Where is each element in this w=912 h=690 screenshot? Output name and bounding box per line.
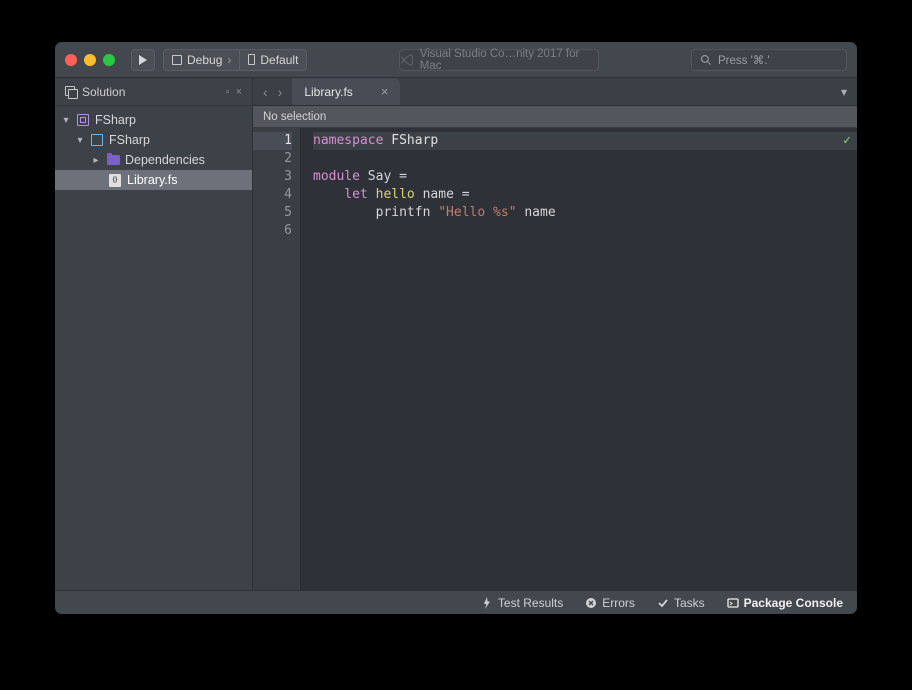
tab-overflow-button[interactable]: ▾ bbox=[831, 78, 857, 105]
solution-panel-icon bbox=[65, 86, 76, 97]
bolt-icon bbox=[481, 597, 493, 609]
check-icon bbox=[657, 597, 669, 609]
line-number: 4 bbox=[253, 186, 292, 204]
code-line bbox=[313, 150, 857, 168]
project-icon bbox=[91, 134, 103, 146]
titlebar: Debug › Default Visual Studio Co…nity 20… bbox=[55, 42, 857, 78]
errors-button[interactable]: Errors bbox=[585, 596, 635, 610]
minimize-window-button[interactable] bbox=[84, 54, 96, 66]
visual-studio-icon bbox=[400, 53, 414, 67]
editor-tab[interactable]: Library.fs × bbox=[292, 78, 400, 105]
editor-tabstrip: ‹ › Library.fs × ▾ bbox=[253, 78, 857, 106]
code-line: printfn "Hello %s" name bbox=[313, 204, 857, 222]
fsharp-file-icon: {} bbox=[109, 174, 121, 187]
nav-history: ‹ › bbox=[253, 78, 292, 105]
config-icon bbox=[172, 55, 182, 65]
fullscreen-window-button[interactable] bbox=[103, 54, 115, 66]
ide-window: Debug › Default Visual Studio Co…nity 20… bbox=[55, 42, 857, 614]
chevron-right-icon: › bbox=[227, 53, 231, 67]
editor-area: ‹ › Library.fs × ▾ No selection 1 2 bbox=[253, 78, 857, 590]
panel-popout-button[interactable]: ▫ bbox=[226, 86, 230, 98]
test-results-button[interactable]: Test Results bbox=[481, 596, 563, 610]
dependencies-label: Dependencies bbox=[125, 153, 205, 167]
config-label: Debug bbox=[187, 53, 222, 67]
tree-file-node[interactable]: {} Library.fs bbox=[55, 170, 252, 190]
solution-icon bbox=[77, 114, 89, 126]
run-config-selector: Debug › Default bbox=[163, 49, 307, 71]
nav-back-button[interactable]: ‹ bbox=[259, 84, 272, 100]
target-dropdown[interactable]: Default bbox=[240, 49, 307, 71]
line-number: 2 bbox=[253, 150, 292, 168]
target-label: Default bbox=[260, 53, 298, 67]
code-editor[interactable]: 1 2 3 4 5 6 ✓ namespace FSharp module Sa… bbox=[253, 128, 857, 590]
code-body[interactable]: ✓ namespace FSharp module Say = let hell… bbox=[301, 128, 857, 590]
app-title: Visual Studio Co…nity 2017 for Mac bbox=[420, 48, 598, 72]
disclosure-triangle-icon[interactable]: ▾ bbox=[61, 115, 71, 126]
line-number: 3 bbox=[253, 168, 292, 186]
code-line: let hello name = bbox=[313, 186, 857, 204]
project-name: FSharp bbox=[109, 133, 150, 147]
workspace: Solution ▫ × ▾ FSharp ▾ FSharp ▸ bbox=[55, 78, 857, 590]
solution-panel-header: Solution ▫ × bbox=[55, 78, 252, 106]
code-line: module Say = bbox=[313, 168, 857, 186]
folder-icon bbox=[107, 155, 120, 165]
tree-project-node[interactable]: ▾ FSharp bbox=[55, 130, 252, 150]
file-name: Library.fs bbox=[127, 173, 177, 187]
editor-breadcrumb[interactable]: No selection bbox=[253, 106, 857, 128]
check-icon: ✓ bbox=[843, 132, 851, 150]
tree-solution-node[interactable]: ▾ FSharp bbox=[55, 110, 252, 130]
solution-tree: ▾ FSharp ▾ FSharp ▸ Dependencies {} Libr… bbox=[55, 106, 252, 190]
run-button[interactable] bbox=[131, 49, 155, 71]
status-bar: Test Results Errors Tasks Package Consol… bbox=[55, 590, 857, 614]
console-icon bbox=[727, 597, 739, 609]
solution-sidebar: Solution ▫ × ▾ FSharp ▾ FSharp ▸ bbox=[55, 78, 253, 590]
line-number: 1 bbox=[253, 132, 292, 150]
line-number: 6 bbox=[253, 222, 292, 240]
nav-forward-button[interactable]: › bbox=[274, 84, 287, 100]
disclosure-triangle-icon[interactable]: ▾ bbox=[75, 135, 85, 146]
breadcrumb-text: No selection bbox=[263, 111, 326, 123]
play-icon bbox=[138, 55, 148, 65]
tree-dependencies-node[interactable]: ▸ Dependencies bbox=[55, 150, 252, 170]
panel-close-button[interactable]: × bbox=[236, 86, 242, 98]
package-console-button[interactable]: Package Console bbox=[727, 596, 843, 610]
code-line bbox=[313, 222, 857, 240]
global-search[interactable]: Press '⌘.' bbox=[691, 49, 847, 71]
solution-panel-title: Solution bbox=[82, 85, 125, 99]
close-window-button[interactable] bbox=[65, 54, 77, 66]
tasks-button[interactable]: Tasks bbox=[657, 596, 705, 610]
tab-label: Library.fs bbox=[304, 85, 352, 99]
error-icon bbox=[585, 597, 597, 609]
app-title-field: Visual Studio Co…nity 2017 for Mac bbox=[399, 49, 599, 71]
search-placeholder: Press '⌘.' bbox=[718, 53, 770, 67]
config-dropdown[interactable]: Debug › bbox=[163, 49, 240, 71]
disclosure-triangle-icon[interactable]: ▸ bbox=[91, 155, 101, 166]
line-gutter: 1 2 3 4 5 6 bbox=[253, 128, 301, 590]
device-icon bbox=[248, 54, 255, 65]
line-number: 5 bbox=[253, 204, 292, 222]
code-line: namespace FSharp bbox=[313, 132, 857, 150]
window-controls bbox=[65, 54, 115, 66]
close-tab-button[interactable]: × bbox=[381, 84, 389, 99]
solution-name: FSharp bbox=[95, 113, 136, 127]
search-icon bbox=[700, 54, 712, 66]
